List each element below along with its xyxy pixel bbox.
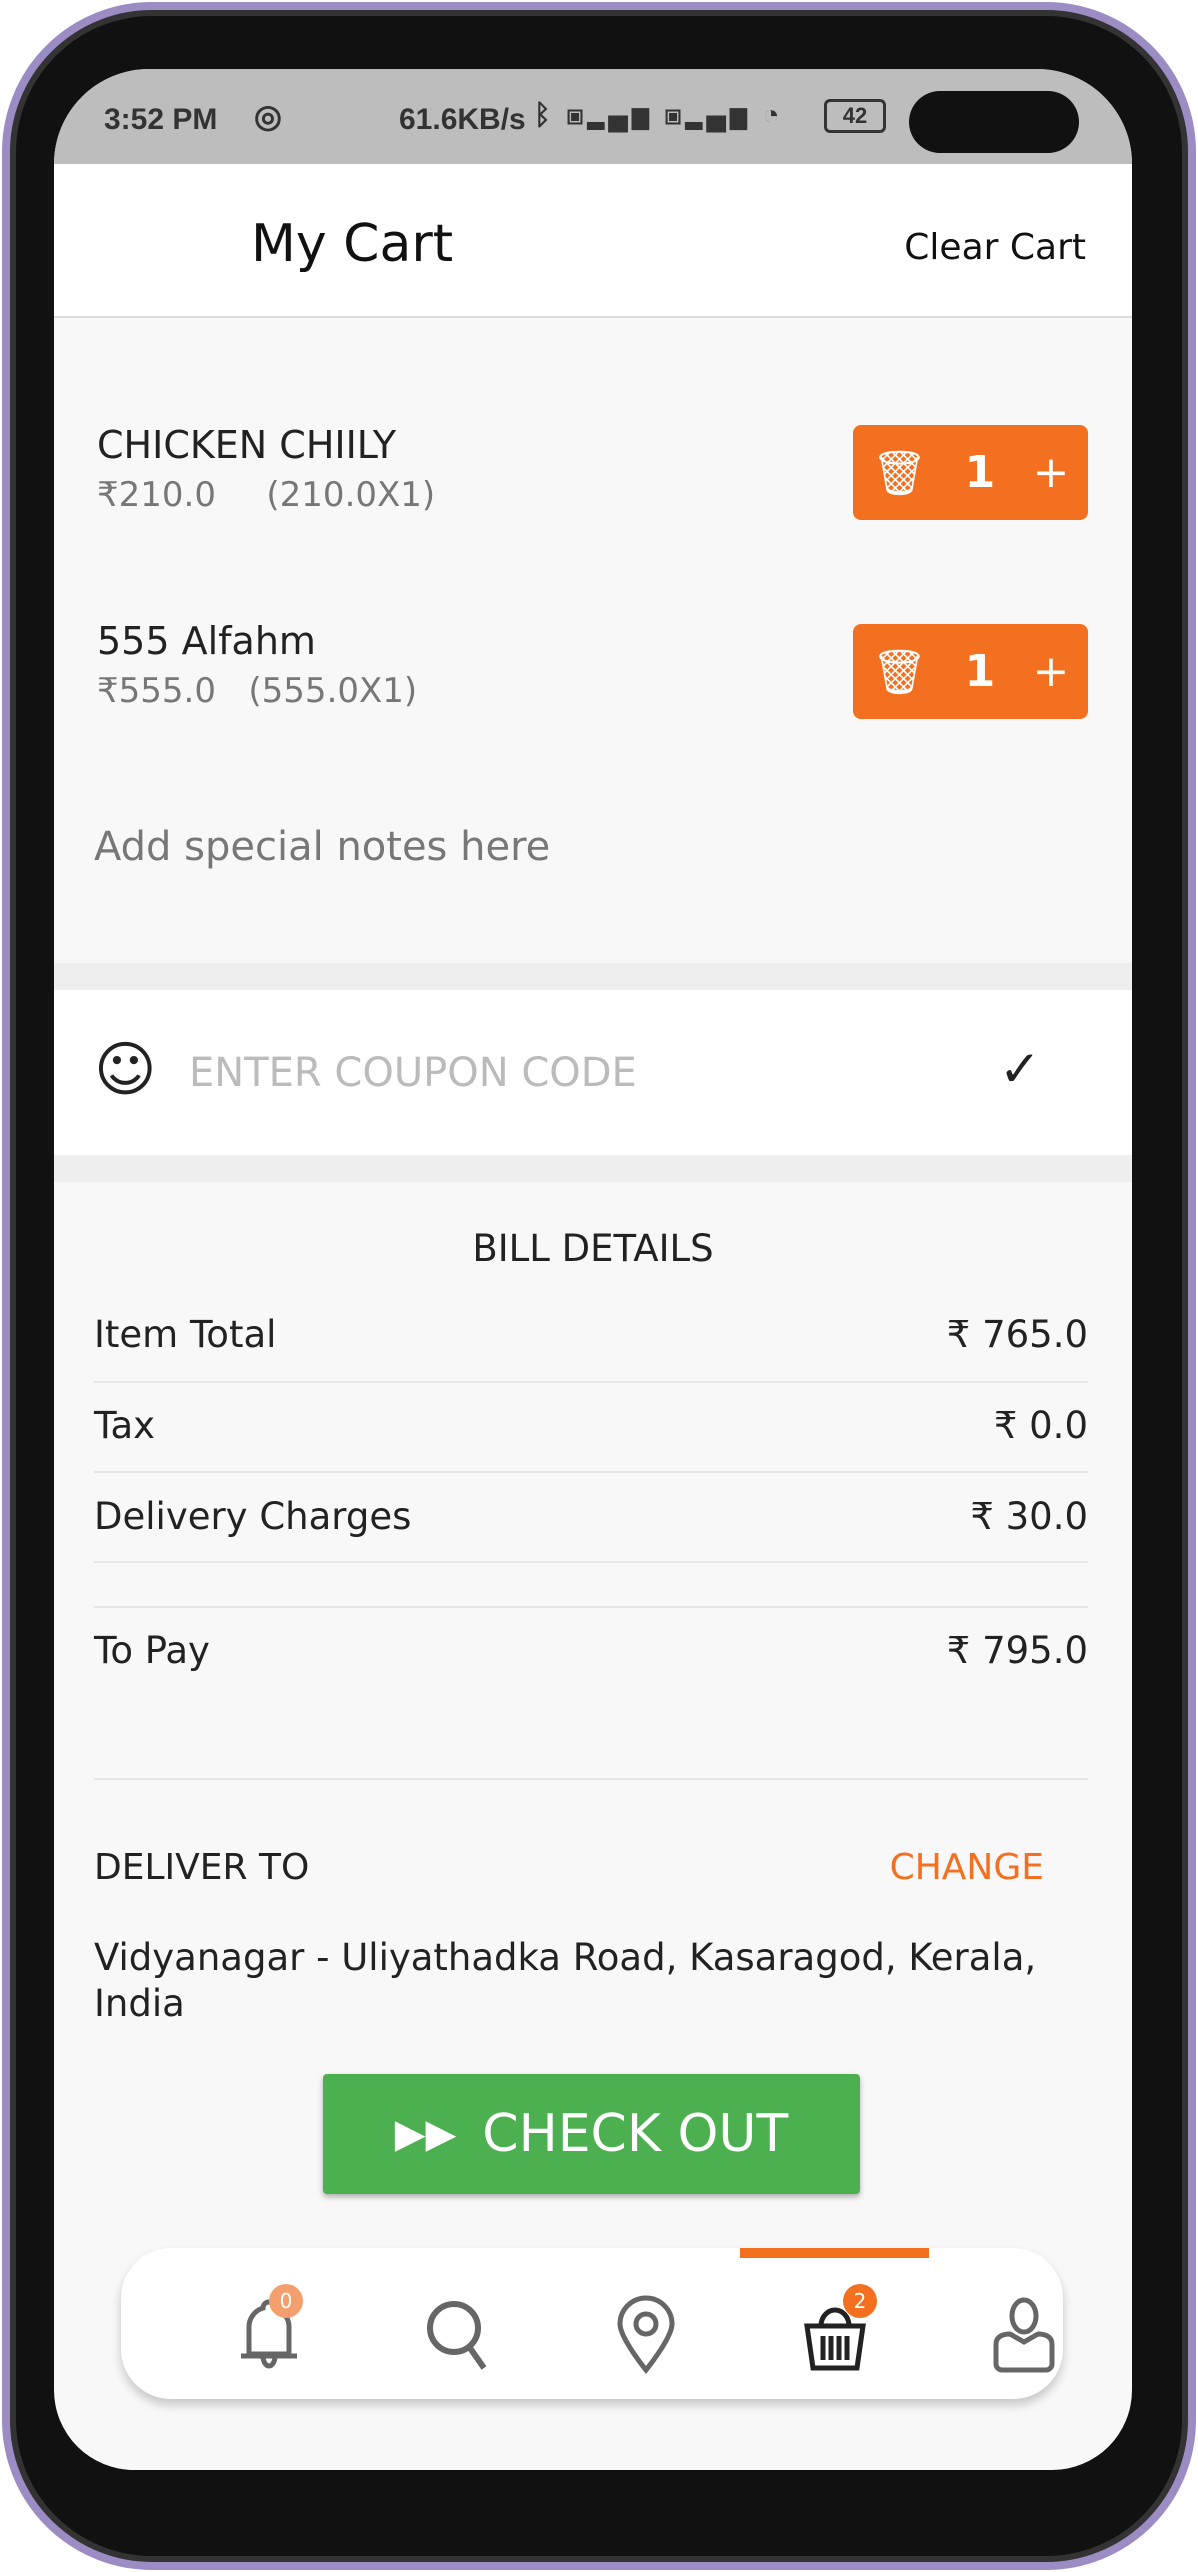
item-calc: (210.0X1) <box>266 475 436 515</box>
change-address-button[interactable]: CHANGE <box>890 1847 1044 1888</box>
divider <box>94 1471 1088 1473</box>
checkout-label: CHECK OUT <box>482 2104 789 2164</box>
divider <box>54 963 1132 990</box>
cart-badge: 2 <box>843 2284 877 2318</box>
apply-check-icon[interactable]: ✓ <box>999 1040 1041 1098</box>
quantity-stepper: 🗑 1 + <box>853 425 1088 520</box>
whatsapp-icon: ◎ <box>254 98 282 134</box>
delivery-address: Vidyanagar - Uliyathadka Road, Kasaragod… <box>94 1936 1037 2025</box>
divider <box>94 1778 1088 1780</box>
delete-icon[interactable]: 🗑 <box>872 646 928 698</box>
signal-icons: ᛒ ▣▂▄▆ ▣▂▄▆ ◔ <box>534 99 784 130</box>
item-calc: (555.0X1) <box>248 671 418 711</box>
bill-value: ₹ 765.0 <box>946 1313 1088 1356</box>
page-title: My Cart <box>251 214 454 274</box>
profile-icon[interactable] <box>984 2294 1064 2374</box>
app-screen: 3:52 PM ◎ 61.6KB/s ᛒ ▣▂▄▆ ▣▂▄▆ ◔ 42 My C… <box>54 69 1132 2470</box>
delete-icon[interactable]: 🗑 <box>872 447 928 499</box>
bill-value: ₹ 30.0 <box>970 1495 1088 1538</box>
status-time: 3:52 PM <box>104 103 218 136</box>
active-tab-indicator <box>740 2248 929 2258</box>
item-price: ₹555.0 <box>97 671 216 711</box>
divider <box>94 1606 1088 1608</box>
item-name: CHICKEN CHIILY <box>97 423 397 467</box>
quantity-stepper: 🗑 1 + <box>853 624 1088 719</box>
divider <box>54 1155 1132 1182</box>
coupon-input[interactable]: ENTER COUPON CODE <box>189 1050 637 1096</box>
coupon-section: ☺ ENTER COUPON CODE ✓ <box>54 990 1132 1155</box>
status-bar: 3:52 PM ◎ 61.6KB/s ᛒ ▣▂▄▆ ▣▂▄▆ ◔ 42 <box>54 69 1132 164</box>
to-pay-value: ₹ 795.0 <box>946 1629 1088 1672</box>
bill-label: Tax <box>94 1404 156 1447</box>
bill-title: BILL DETAILS <box>472 1227 714 1270</box>
bottom-nav: 0 2 <box>121 2248 1063 2399</box>
cart-item: CHICKEN CHIILY ₹210.0 (210.0X1) <box>97 423 435 515</box>
bill-label: Item Total <box>94 1313 277 1356</box>
cart-item: 555 Alfahm ₹555.0 (555.0X1) <box>97 619 417 711</box>
quantity-value: 1 <box>964 646 996 697</box>
smiley-icon: ☺ <box>94 1035 157 1105</box>
divider <box>94 1561 1088 1563</box>
plus-icon[interactable]: + <box>1032 447 1069 498</box>
location-pin-icon[interactable] <box>606 2294 686 2374</box>
bill-label: Delivery Charges <box>94 1495 412 1538</box>
special-notes-input[interactable]: Add special notes here <box>94 824 550 870</box>
to-pay-label: To Pay <box>94 1629 210 1672</box>
app-header: My Cart Clear Cart <box>54 164 1132 318</box>
network-speed: 61.6KB/s <box>399 103 526 136</box>
bill-value: ₹ 0.0 <box>993 1404 1088 1447</box>
item-name: 555 Alfahm <box>97 619 316 663</box>
battery-icon: 42 <box>824 99 886 133</box>
clear-cart-button[interactable]: Clear Cart <box>904 227 1086 268</box>
checkout-button[interactable]: ▶▶ CHECK OUT <box>323 2074 860 2194</box>
notification-badge: 0 <box>269 2284 303 2318</box>
item-price: ₹210.0 <box>97 475 216 515</box>
fast-forward-icon: ▶▶ <box>394 2111 457 2157</box>
search-icon[interactable] <box>418 2294 498 2374</box>
deliver-to-label: DELIVER TO <box>94 1847 310 1888</box>
camera-cutout <box>909 91 1079 153</box>
divider <box>94 1381 1088 1383</box>
plus-icon[interactable]: + <box>1032 646 1069 697</box>
quantity-value: 1 <box>964 447 996 498</box>
